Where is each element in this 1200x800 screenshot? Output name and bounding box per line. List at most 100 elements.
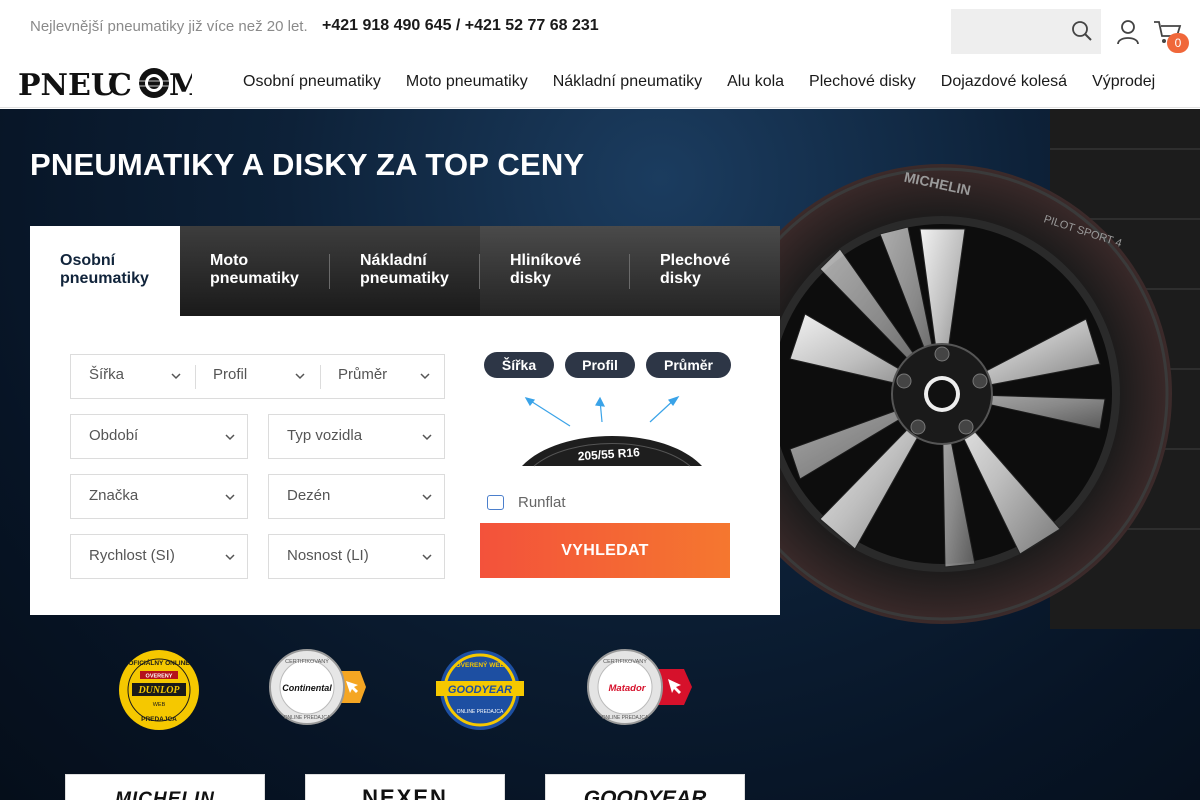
tagline: Nejlevnější pneumatiky již více než 20 l…	[30, 18, 308, 35]
search-button[interactable]: VYHLEDAT	[480, 523, 730, 578]
brand-card-goodyear[interactable]: GOODYEAR	[545, 774, 745, 800]
chevron-down-icon	[171, 373, 181, 380]
search-icon[interactable]	[1071, 20, 1093, 42]
diagram-pill-profile: Profil	[565, 352, 635, 378]
hero-section: PNEUMATIKY A DISKY ZA TOP CENY MICHELIN …	[0, 109, 1200, 800]
logo[interactable]: PNEU C M	[18, 64, 202, 103]
badge-top-text: CERTIFIKOVANÝ	[603, 658, 647, 665]
load-index-select-label: Nosnost (LI)	[287, 547, 369, 564]
tab-label-line1: Osobní	[60, 252, 116, 269]
profile-select[interactable]: Profil	[213, 355, 319, 398]
tab-label-line2: pneumatiky	[60, 270, 149, 287]
chevron-down-icon	[295, 373, 305, 380]
profile-select-label: Profil	[213, 366, 248, 383]
vehicle-type-select[interactable]: Typ vozidla	[268, 414, 445, 459]
badge-brand-text: DUNLOP	[137, 685, 180, 696]
season-select-label: Období	[89, 427, 139, 444]
nav-plechove-disky[interactable]: Plechové disky	[809, 73, 916, 91]
chevron-down-icon	[225, 554, 235, 561]
tab-osobni-pneumatiky[interactable]: Osobní pneumatiky	[30, 226, 180, 316]
runflat-checkbox-box[interactable]	[487, 495, 504, 510]
brand-card-label: NEXEN	[362, 785, 448, 800]
nav-alu-kola[interactable]: Alu kola	[727, 73, 784, 91]
chevron-down-icon	[225, 434, 235, 441]
nav-moto-pneumatiky[interactable]: Moto pneumatiky	[406, 73, 528, 91]
badge-bottom-text: ONLINE PREDAJCA	[284, 715, 331, 721]
diagram-pill-diameter: Průměr	[646, 352, 731, 378]
pattern-select-label: Dezén	[287, 487, 331, 504]
brand-card-nexen[interactable]: NEXEN	[305, 774, 505, 800]
badge-brand-text: Matador	[609, 683, 647, 694]
chevron-down-icon	[422, 554, 432, 561]
brand-select[interactable]: Značka	[70, 474, 248, 519]
chevron-down-icon	[422, 494, 432, 501]
speed-index-select-label: Rychlost (SI)	[89, 547, 175, 564]
logo-mark: PNEU C M	[18, 68, 202, 103]
matador-badge[interactable]: CERTIFIKOVANÝ Matador ONLINE PREDAJCA	[584, 649, 694, 731]
tire-search-panel: Šířka Profil Průměr Období Typ vozidla Z…	[30, 316, 780, 615]
badge-low-text: WEB	[153, 702, 166, 708]
speed-index-select[interactable]: Rychlost (SI)	[70, 534, 248, 579]
badge-bottom-text: ONLINE PREDAJCA	[602, 715, 649, 721]
select-divider	[320, 365, 321, 389]
tab-label-line1: Plechové	[660, 252, 731, 269]
nav-dojazdove-kolesa[interactable]: Dojazdové kolesá	[941, 73, 1067, 91]
dunlop-badge[interactable]: OFICIÁLNY ONLINE OVERENY DUNLOP WEB PRED…	[118, 649, 200, 731]
svg-text:M: M	[169, 68, 192, 102]
tab-label-line2: disky	[510, 270, 551, 287]
brand-card-label: MICHELIN	[115, 789, 215, 800]
svg-text:PNEU: PNEU	[18, 68, 117, 102]
badge-bottom-text: ONLINE PREDAJCA	[457, 709, 504, 715]
chevron-down-icon	[422, 434, 432, 441]
diameter-select[interactable]: Průměr	[338, 355, 444, 398]
tab-hlinikove-disky[interactable]: Hliníkové disky	[480, 226, 630, 316]
certification-badges: OFICIÁLNY ONLINE OVERENY DUNLOP WEB PRED…	[0, 649, 780, 744]
cart-count-badge: 0	[1167, 33, 1189, 53]
continental-badge[interactable]: CERTIFIKOVANÝ Continental ONLINE PREDAJC…	[266, 649, 368, 731]
badge-top-text: OVERENÝ WEB	[456, 660, 505, 669]
tab-plechove-disky[interactable]: Plechové disky	[630, 226, 780, 316]
tab-moto-pneumatiky[interactable]: Moto pneumatiky	[180, 226, 330, 316]
tab-label-line1: Nákladní	[360, 252, 427, 269]
nav-nakladni-pneumatiky[interactable]: Nákladní pneumatiky	[553, 73, 702, 91]
vehicle-type-select-label: Typ vozidla	[287, 427, 363, 444]
goodyear-badge[interactable]: OVERENÝ WEB GOODYEAR ONLINE PREDAJCA	[434, 649, 526, 731]
badge-top-text: OFICIÁLNY ONLINE	[128, 658, 190, 667]
runflat-label: Runflat	[518, 494, 566, 511]
runflat-checkbox[interactable]: Runflat	[487, 494, 566, 511]
main-navigation: Osobní pneumatiky Moto pneumatiky Náklad…	[243, 73, 1180, 91]
diameter-select-label: Průměr	[338, 366, 388, 383]
brand-card-michelin[interactable]: MICHELIN	[65, 774, 265, 800]
width-select-label: Šířka	[89, 366, 125, 383]
pattern-select[interactable]: Dezén	[268, 474, 445, 519]
tire-size-selects: Šířka Profil Průměr	[70, 354, 445, 399]
select-divider	[195, 365, 196, 389]
season-select[interactable]: Období	[70, 414, 248, 459]
nav-vyprodej[interactable]: Výprodej	[1092, 73, 1155, 91]
load-index-select[interactable]: Nosnost (LI)	[268, 534, 445, 579]
wheel-illustration: MICHELIN PILOT SPORT 4	[760, 109, 1200, 629]
badge-brand-text: Continental	[282, 683, 332, 693]
badge-bottom-text: PREDAJCA	[141, 716, 177, 723]
tab-label-line2: pneumatiky	[210, 270, 299, 287]
badge-mid-text: OVERENY	[146, 674, 173, 680]
tab-label-line2: pneumatiky	[360, 270, 449, 287]
hero-title: PNEUMATIKY A DISKY ZA TOP CENY	[30, 147, 585, 182]
tab-label-line2: disky	[660, 270, 701, 287]
tab-nakladni-pneumatiky[interactable]: Nákladní pneumatiky	[330, 226, 480, 316]
svg-text:C: C	[108, 68, 132, 102]
chevron-down-icon	[225, 494, 235, 501]
brand-select-label: Značka	[89, 487, 139, 504]
chevron-down-icon	[420, 373, 430, 380]
badge-brand-text: GOODYEAR	[448, 684, 512, 696]
diagram-pill-width: Šířka	[484, 352, 554, 378]
tire-size-diagram: 205/55 R16	[522, 396, 702, 467]
badge-top-text: CERTIFIKOVANÝ	[285, 658, 329, 665]
tab-label-line1: Hliníkové	[510, 252, 582, 269]
tab-label-line1: Moto	[210, 252, 249, 269]
nav-osobni-pneumatiky[interactable]: Osobní pneumatiky	[243, 73, 381, 91]
width-select[interactable]: Šířka	[89, 355, 195, 398]
search-input[interactable]	[951, 9, 1101, 54]
user-icon[interactable]	[1116, 19, 1140, 45]
phone-numbers[interactable]: +421 918 490 645 / +421 52 77 68 231	[322, 17, 599, 35]
